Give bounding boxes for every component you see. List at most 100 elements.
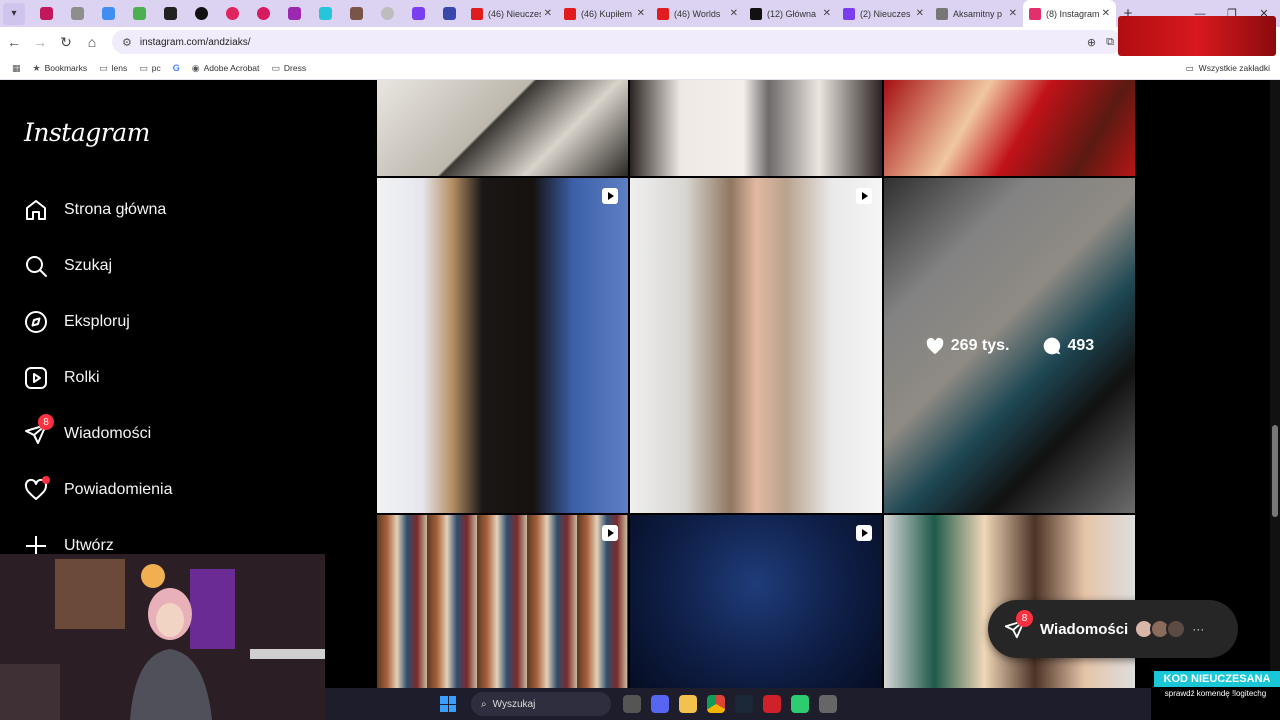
likes-count: 269 tys. (950, 336, 1010, 354)
bookmark-item[interactable]: ◉ Adobe Acrobat (192, 63, 260, 74)
messenger-icon: 8 (1004, 610, 1033, 640)
scrollbar-thumb[interactable] (1272, 425, 1278, 517)
post-thumbnail[interactable] (630, 515, 882, 688)
heart-icon (926, 337, 944, 354)
app-icon[interactable] (819, 695, 837, 713)
google-icon: G (172, 63, 180, 73)
sidebar-item-search[interactable]: Szukaj (24, 254, 112, 278)
app-icon[interactable] (791, 695, 809, 713)
pinned-tab[interactable] (248, 0, 279, 27)
home-icon (24, 198, 48, 222)
close-tab-icon[interactable]: ✕ (1102, 8, 1110, 19)
pinned-tab[interactable] (341, 0, 372, 27)
sidebar-item-notifications[interactable]: Powiadomienia (24, 476, 173, 502)
zoom-icon[interactable]: ⊕ (1087, 36, 1096, 49)
post-thumbnail[interactable] (377, 515, 628, 688)
messenger-icon: 8 (24, 414, 54, 446)
steam-icon[interactable] (735, 695, 753, 713)
reload-icon[interactable]: ↻ (54, 30, 78, 54)
instagram-icon (1029, 7, 1041, 20)
more-icon[interactable]: ··· (1192, 622, 1204, 636)
pinned-tab[interactable] (434, 0, 465, 27)
home-icon[interactable]: ⌂ (80, 30, 104, 54)
messages-badge: 8 (1016, 610, 1033, 627)
close-tab-icon[interactable]: ✕ (730, 8, 738, 19)
task-view-icon[interactable] (623, 695, 641, 713)
app-icon[interactable] (763, 695, 781, 713)
bookmark-item[interactable]: ▭ Dress (271, 63, 306, 74)
shop-icon (936, 7, 948, 20)
browser-tab-strip: ▾ (46) Nieuczes ✕ (46) Kupiłem ✕ (46) Worl… (0, 0, 1280, 27)
tab-search-button[interactable]: ▾ (3, 2, 25, 25)
post-thumbnail[interactable] (884, 80, 1135, 176)
post-thumbnail-hovered[interactable]: 269 tys. 493 (884, 178, 1135, 513)
all-bookmarks[interactable]: ▭ Wszystkie zakładki (1186, 63, 1270, 74)
taskbar-search[interactable]: ⌕ Wyszukaj (471, 692, 611, 716)
chrome-icon[interactable] (707, 695, 725, 713)
folder-icon: ▭ (271, 62, 280, 73)
browser-tab-active[interactable]: (8) Instagram ✕ (1023, 0, 1116, 27)
folder-icon: ▭ (1185, 62, 1194, 73)
pinned-tab[interactable] (124, 0, 155, 27)
bookmark-item[interactable]: ▭ lens (99, 63, 127, 74)
close-tab-icon[interactable]: ✕ (916, 8, 924, 19)
windows-start-icon[interactable] (440, 696, 456, 712)
comment-icon (1043, 337, 1060, 354)
browser-tab[interactable]: (46) Worlds ✕ (651, 0, 744, 27)
browser-tab[interactable]: (46) Kupiłem ✕ (558, 0, 651, 27)
profile-area[interactable] (1118, 16, 1276, 56)
pinned-tab[interactable] (155, 0, 186, 27)
heart-icon (24, 476, 50, 502)
webcam-overlay (0, 554, 325, 720)
pinned-tab[interactable] (279, 0, 310, 27)
bookmark-item[interactable]: ▭ pc (139, 63, 161, 74)
bookmark-item[interactable]: ★ Bookmarks (33, 63, 88, 74)
bookmark-item[interactable]: G (173, 63, 180, 73)
instagram-logo[interactable]: Instagram (24, 118, 150, 147)
pinned-tab[interactable] (217, 0, 248, 27)
taskbar-apps (623, 695, 837, 713)
close-tab-icon[interactable]: ✕ (1009, 8, 1017, 19)
install-app-icon[interactable]: ⧉ (1106, 36, 1114, 49)
pinned-tab[interactable] (310, 0, 341, 27)
close-tab-icon[interactable]: ✕ (544, 8, 552, 19)
pinned-tab[interactable] (62, 0, 93, 27)
pinned-tab[interactable] (186, 0, 217, 27)
pinned-tab[interactable] (403, 0, 434, 27)
reels-icon (24, 366, 48, 390)
site-info-icon[interactable]: ⚙ (122, 36, 132, 49)
pinned-tab[interactable] (93, 0, 124, 27)
sidebar-item-home[interactable]: Strona główna (24, 198, 166, 222)
post-thumbnail[interactable] (630, 178, 882, 513)
messages-floating-button[interactable]: 8 Wiadomości ··· (988, 600, 1238, 658)
pinned-tab[interactable] (31, 0, 62, 27)
close-tab-icon[interactable]: ✕ (637, 8, 645, 19)
browser-tab[interactable]: Aksamitny p ✕ (930, 0, 1023, 27)
post-thumbnail[interactable] (377, 80, 628, 176)
browser-tab[interactable]: (12) Główna ✕ (744, 0, 837, 27)
folder-icon: ▭ (139, 62, 148, 73)
url-text: instagram.com/andziaks/ (139, 36, 251, 48)
sidebar-item-reels[interactable]: Rolki (24, 366, 100, 390)
apps-icon[interactable]: ▦ (12, 63, 21, 74)
messages-label: Wiadomości (1040, 620, 1129, 638)
url-field[interactable]: ⚙ instagram.com/andziaks/ ⊕ ⧉ (112, 30, 1122, 54)
sidebar-item-messages[interactable]: 8 Wiadomości (24, 414, 151, 446)
post-thumbnail[interactable] (377, 178, 628, 513)
pinned-tab[interactable] (372, 0, 403, 27)
close-tab-icon[interactable]: ✕ (823, 8, 831, 19)
messages-badge: 8 (38, 414, 54, 430)
acrobat-icon: ◉ (191, 62, 200, 73)
forward-icon[interactable]: → (28, 30, 52, 54)
browser-tab[interactable]: (46) Nieuczes ✕ (465, 0, 558, 27)
file-explorer-icon[interactable] (679, 695, 697, 713)
page-scrollbar[interactable] (1270, 80, 1280, 688)
sidebar-item-explore[interactable]: Eksploruj (24, 310, 130, 334)
discord-icon[interactable] (651, 695, 669, 713)
back-icon[interactable]: ← (2, 30, 26, 54)
browser-tab[interactable]: (2) Nieuczes ✕ (837, 0, 930, 27)
twitch-icon (843, 7, 855, 20)
reel-icon (602, 188, 618, 204)
x-icon (750, 7, 762, 20)
post-thumbnail[interactable] (630, 80, 882, 176)
